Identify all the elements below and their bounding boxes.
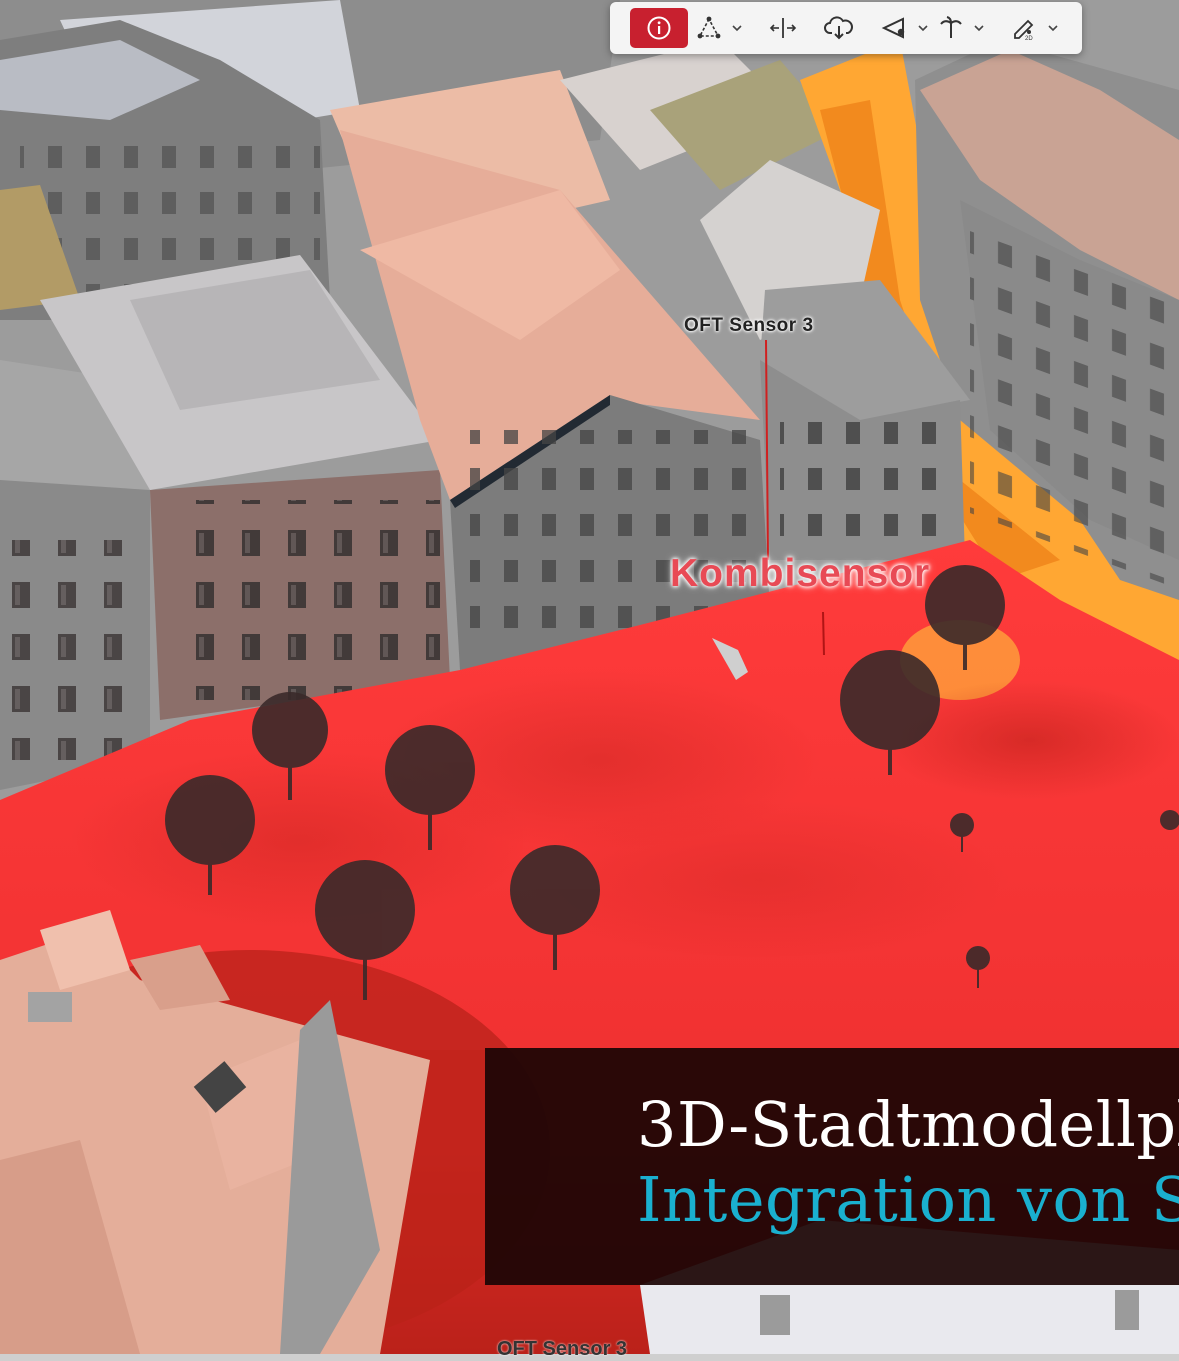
measure-distance-button[interactable]: [766, 8, 800, 48]
info-icon: [646, 15, 672, 41]
map-toolbar: 2D: [610, 2, 1082, 54]
measure-polygon-button[interactable]: [692, 8, 726, 48]
pencil-2d-icon: 2D: [1011, 15, 1039, 41]
chevron-down-icon: [732, 24, 742, 32]
shadow-analysis-icon: [881, 15, 909, 41]
distance-measure-icon: [769, 15, 797, 41]
info-button[interactable]: [630, 8, 688, 48]
sensor-label-oft-bottom[interactable]: OFT Sensor 3: [497, 1338, 627, 1361]
tree-planting-menu-toggle[interactable]: [972, 8, 986, 48]
cloud-download-icon: [824, 15, 854, 41]
svg-text:2D: 2D: [1025, 36, 1033, 41]
chevron-down-icon: [974, 24, 984, 32]
measure-polygon-menu-toggle[interactable]: [730, 8, 744, 48]
caption-subtitle: Integration von Sensordaten: [637, 1163, 1179, 1236]
shadow-analysis-menu-toggle[interactable]: [916, 8, 930, 48]
caption-overlay: 3D-Stadtmodellplattform Integration von …: [485, 1048, 1179, 1285]
draw-2d-menu-toggle[interactable]: [1046, 8, 1060, 48]
sensor-label-oft-3[interactable]: OFT Sensor 3: [684, 315, 814, 337]
chevron-down-icon: [918, 24, 928, 32]
palm-tree-icon: [938, 15, 964, 41]
chevron-down-icon: [1048, 24, 1058, 32]
shadow-analysis-button[interactable]: [878, 8, 912, 48]
tree-planting-button[interactable]: [934, 8, 968, 48]
caption-title: 3D-Stadtmodellplattform: [637, 1088, 1179, 1161]
sensor-label-kombisensor[interactable]: Kombisensor: [670, 552, 930, 596]
download-button[interactable]: [822, 8, 856, 48]
polygon-measure-icon: [696, 15, 722, 41]
draw-2d-button[interactable]: 2D: [1008, 8, 1042, 48]
